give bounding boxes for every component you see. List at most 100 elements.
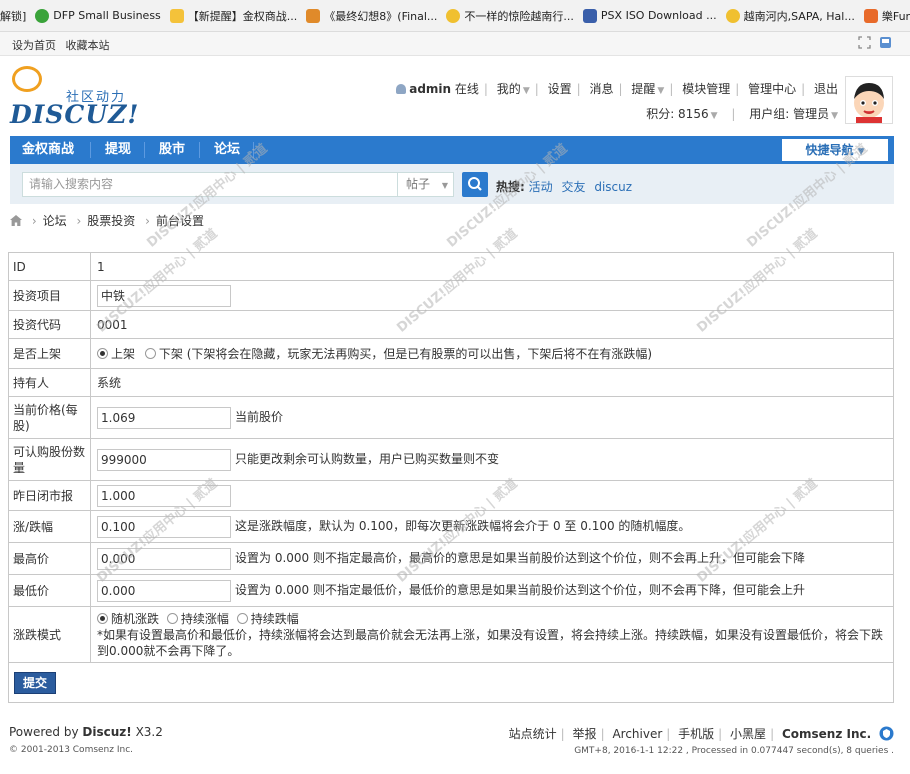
security-badge-icon[interactable] [875,726,894,741]
bookmark-item[interactable]: 樂Fun天 [863,8,910,24]
hot-searches: 热搜: 活动 交友 discuz [496,180,633,194]
hot-search-link[interactable]: 交友 [561,180,585,194]
user-nav: admin 在线 | 我的 ▼ | 设置 | 消息 | 提醒 ▼ | 模块管理 | 管理中心 | … [396,80,838,97]
breadcrumb: › 论坛 › 股票投资 › 前台设置 [10,212,204,229]
mode-hint: *如果有设置最高价和最低价，持续涨幅将会达到最高价就会无法再上涨，如果没有设置，… [97,628,884,658]
change-label: 涨/跌幅 [8,510,91,543]
breadcrumb-stock[interactable]: 股票投资 [87,214,135,228]
set-home-link[interactable]: 设为首页 [12,39,56,52]
close-label: 昨日闭市报 [8,480,91,511]
admin-center-link[interactable]: 管理中心 [748,82,796,96]
table-row: 当前价格(每股) 1.069 当前股价 [8,396,894,439]
price-label: 当前价格(每股) [8,396,91,439]
main-nav: 金权商战 提现 股市 论坛 快捷导航 ▼ [10,136,894,164]
listed-label: 是否上架 [8,338,91,369]
listed-hint: (下架将会在隐藏，玩家无法再购买，但是已有股票的可以出售，下架后将不在有涨跌幅) [186,347,653,361]
nav-item-trade[interactable]: 金权商战 [22,136,74,164]
mode-random-radio[interactable] [97,613,108,624]
project-input[interactable]: 中铁 [97,284,231,307]
bookmark-item[interactable]: 不一样的惊险越南行... [446,8,574,24]
my-menu[interactable]: 我的 [497,82,521,96]
points-menu[interactable]: 积分: 8156 [646,107,708,121]
table-row: 涨/跌幅 0.100 这是涨跌幅度，默认为 0.100，即每次更新涨跌幅将会介于 … [8,510,894,543]
bookmark-item[interactable]: PSX ISO Download ... [582,8,717,23]
user-group-menu[interactable]: 用户组: 管理员 [749,107,829,121]
close-input[interactable]: 1.000 [97,484,231,507]
chevron-down-icon: ▼ [522,86,530,96]
bookmark-item[interactable]: DFP Small Business [35,8,161,23]
listed-off-radio[interactable] [144,348,156,359]
company-link[interactable]: Comsenz Inc. [782,727,871,741]
low-input[interactable]: 0.000 [97,579,231,602]
username-link[interactable]: admin [409,82,451,96]
online-status[interactable]: 在线 [455,82,479,96]
change-input[interactable]: 0.100 [97,515,231,538]
avatar[interactable] [845,76,893,124]
listed-on-radio[interactable] [97,348,108,359]
discuz-link[interactable]: Discuz! [82,725,131,739]
footer-link-blackroom[interactable]: 小黑屋 [730,727,766,741]
shares-input[interactable]: 999000 [97,448,231,471]
reminders-menu[interactable]: 提醒 [631,82,655,96]
table-row: ID 1 [8,252,894,281]
id-label: ID [8,252,91,281]
footer-link-mobile[interactable]: 手机版 [678,727,714,741]
triangle-down-icon: ▼ [441,181,448,190]
footer-link-archiver[interactable]: Archiver [612,727,662,741]
code-value: 0001 [90,310,894,339]
mode-rise-radio[interactable] [166,613,178,624]
hot-search-link[interactable]: discuz [594,180,632,194]
search-type-select[interactable]: 帖子 ▼ [398,172,454,197]
bookmark-item[interactable]: 解锁] [0,8,26,24]
user-info: 积分: 8156 ▼ | 用户组: 管理员 ▼ [646,107,838,121]
messages-link[interactable]: 消息 [590,82,614,96]
module-admin-link[interactable]: 模块管理 [682,82,730,96]
footer-link-report[interactable]: 举报 [573,727,597,741]
mode-fall-radio[interactable] [236,613,248,624]
search-input[interactable]: 请输入搜索内容 [22,172,398,197]
bookmark-icon [725,8,740,23]
chevron-down-icon: ▼ [831,111,838,121]
home-icon[interactable] [10,214,22,228]
breadcrumb-settings: 前台设置 [155,214,204,228]
high-label: 最高价 [8,542,91,575]
bookmark-icon [169,8,184,23]
holder-value: 系统 [90,368,894,397]
nav-item-withdraw[interactable]: 提现 [105,136,131,164]
bookmark-item[interactable]: 《最终幻想8》(Final... [306,8,437,24]
style-switch-icon[interactable] [879,36,892,49]
hot-search-link[interactable]: 活动 [529,180,553,194]
footer-link-stats[interactable]: 站点统计 [509,727,557,741]
fullscreen-icon[interactable] [858,36,871,49]
settings-link[interactable]: 设置 [548,82,572,96]
bookmark-item[interactable]: 越南河内,SAPA, Hal... [725,8,855,24]
shares-label: 可认购股份数量 [8,438,91,481]
code-label: 投资代码 [8,310,91,339]
bookmark-icon [863,8,878,23]
search-icon [468,177,482,191]
bookmark-icon [35,8,50,23]
nav-item-forum[interactable]: 论坛 [214,136,240,164]
table-row: 是否上架 上架 下架 (下架将会在隐藏，玩家无法再购买，但是已有股票的可以出售，… [8,338,894,369]
site-topbar: 设为首页 收藏本站 [0,32,910,56]
price-input[interactable]: 1.069 [97,406,231,429]
copyright: © 2001-2013 Comsenz Inc. [9,745,134,755]
add-favorite-link[interactable]: 收藏本站 [66,39,110,52]
shares-hint: 只能更改剩余可认购数量，用户已购买数量则不变 [235,452,500,466]
bookmark-icon [582,8,597,23]
table-row: 可认购股份数量 999000 只能更改剩余可认购数量，用户已购买数量则不变 [8,438,894,481]
site-logo[interactable]: 社区动力 DISCUZ! [10,66,150,130]
nav-item-stock[interactable]: 股市 [159,136,185,164]
table-row: 投资项目 中铁 [8,280,894,311]
change-hint: 这是涨跌幅度，默认为 0.100，即每次更新涨跌幅将会介于 0 至 0.100 … [235,519,691,533]
bookmark-icon [306,8,321,23]
submit-button[interactable]: 提交 [14,671,56,694]
high-hint: 设置为 0.000 则不指定最高价，最高价的意思是如果当前股价达到这个价位，则不… [235,551,805,565]
search-button[interactable] [462,172,488,197]
logout-link[interactable]: 退出 [814,82,838,96]
quick-nav-button[interactable]: 快捷导航 ▼ [782,139,888,161]
table-row: 提交 [8,662,894,703]
high-input[interactable]: 0.000 [97,547,231,570]
bookmark-item[interactable]: 【新提醒】金权商战... [169,8,297,24]
breadcrumb-forum[interactable]: 论坛 [43,214,67,228]
